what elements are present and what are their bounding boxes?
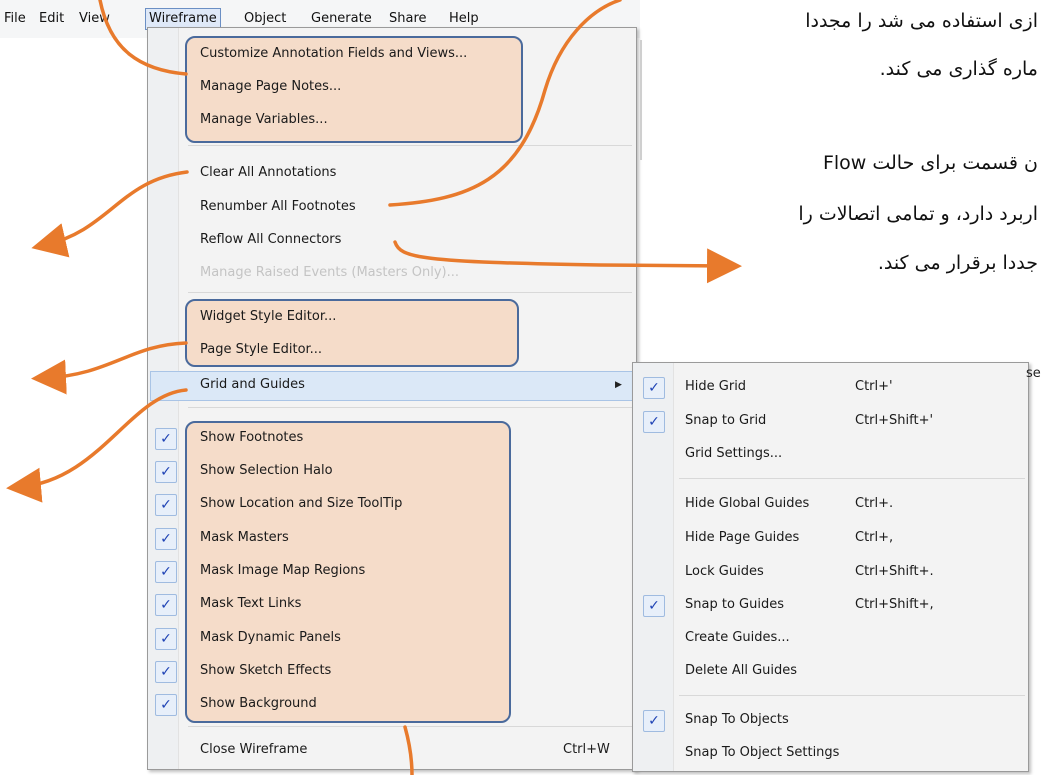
snap-to-guides-item[interactable]: Snap to Guides [685, 593, 784, 617]
annotation-line-3: ن قسمت برای حالت Flow [822, 152, 1038, 174]
reflow-all-connectors-item[interactable]: Reflow All Connectors [200, 228, 341, 252]
check-icon: ✓ [155, 528, 177, 550]
menu-generate[interactable]: Generate [311, 9, 372, 29]
snap-to-object-settings-item[interactable]: Snap To Object Settings [685, 741, 839, 765]
grid-guides-submenu: ✓ Hide Grid Ctrl+' ✓ Snap to Grid Ctrl+S… [632, 362, 1029, 772]
show-selection-halo-item[interactable]: Show Selection Halo [200, 459, 333, 483]
manage-page-notes-item[interactable]: Manage Page Notes... [200, 75, 341, 99]
lock-guides-item[interactable]: Lock Guides [685, 560, 764, 584]
check-icon: ✓ [155, 694, 177, 716]
manage-raised-events-item: Manage Raised Events (Masters Only)... [200, 265, 460, 280]
wireframe-menu: Customize Annotation Fields and Views...… [147, 27, 637, 770]
snap-to-objects-item[interactable]: Snap To Objects [685, 708, 789, 732]
delete-all-guides-item[interactable]: Delete All Guides [685, 659, 797, 683]
mask-dynamic-panels-item[interactable]: Mask Dynamic Panels [200, 626, 341, 650]
show-location-tooltip-item[interactable]: Show Location and Size ToolTip [200, 492, 402, 516]
hide-global-guides-shortcut: Ctrl+. [855, 496, 894, 511]
lock-guides-shortcut: Ctrl+Shift+. [855, 564, 934, 579]
check-icon: ✓ [155, 561, 177, 583]
annotation-line-5: جددا برقرار می کند. [877, 252, 1038, 274]
check-icon: ✓ [155, 494, 177, 516]
check-icon: ✓ [155, 628, 177, 650]
separator [188, 292, 632, 293]
close-wireframe-item[interactable]: Close Wireframe [200, 738, 307, 762]
renumber-all-footnotes-item[interactable]: Renumber All Footnotes [200, 195, 356, 219]
separator [679, 695, 1025, 696]
separator [679, 478, 1025, 479]
check-icon: ✓ [643, 377, 665, 399]
hide-grid-item[interactable]: Hide Grid [685, 375, 746, 399]
check-icon: ✓ [155, 428, 177, 450]
close-wireframe-shortcut: Ctrl+W [563, 742, 610, 757]
grid-and-guides-item[interactable]: Grid and Guides [200, 373, 305, 397]
snap-to-grid-shortcut: Ctrl+Shift+' [855, 413, 934, 428]
show-sketch-effects-item[interactable]: Show Sketch Effects [200, 659, 331, 683]
submenu-arrow-icon: ▶ [615, 380, 622, 390]
mask-image-map-regions-item[interactable]: Mask Image Map Regions [200, 559, 365, 583]
show-footnotes-item[interactable]: Show Footnotes [200, 426, 303, 450]
hide-grid-shortcut: Ctrl+' [855, 379, 893, 394]
snap-to-grid-item[interactable]: Snap to Grid [685, 409, 766, 433]
mask-masters-item[interactable]: Mask Masters [200, 526, 289, 550]
check-icon: ✓ [155, 661, 177, 683]
manage-variables-item[interactable]: Manage Variables... [200, 108, 328, 132]
annotation-line-2: ماره گذاری می کند. [879, 58, 1038, 80]
check-icon: ✓ [643, 411, 665, 433]
create-guides-item[interactable]: Create Guides... [685, 626, 790, 650]
hide-page-guides-shortcut: Ctrl+, [855, 530, 894, 545]
customize-annotation-fields-item[interactable]: Customize Annotation Fields and Views... [200, 42, 467, 66]
menu-object[interactable]: Object [244, 9, 286, 29]
separator [188, 407, 632, 408]
menu-file[interactable]: File [4, 9, 26, 29]
grid-settings-item[interactable]: Grid Settings... [685, 442, 782, 466]
check-icon: ✓ [155, 594, 177, 616]
background-edge [640, 40, 642, 160]
hide-global-guides-item[interactable]: Hide Global Guides [685, 492, 809, 516]
menu-edit[interactable]: Edit [39, 9, 64, 29]
widget-style-editor-item[interactable]: Widget Style Editor... [200, 305, 336, 329]
check-icon: ✓ [155, 461, 177, 483]
hide-page-guides-item[interactable]: Hide Page Guides [685, 526, 799, 550]
menu-view[interactable]: View [79, 9, 110, 29]
check-icon: ✓ [643, 710, 665, 732]
mask-text-links-item[interactable]: Mask Text Links [200, 592, 301, 616]
show-background-item[interactable]: Show Background [200, 692, 317, 716]
snap-to-guides-shortcut: Ctrl+Shift+, [855, 597, 934, 612]
separator [188, 145, 632, 146]
clear-all-annotations-item[interactable]: Clear All Annotations [200, 161, 336, 185]
annotation-line-1: ازی استفاده می شد را مجددا [805, 10, 1038, 32]
annotation-line-4: اربرد دارد، و تمامی اتصالات را [798, 203, 1038, 225]
edge-fragment: se [1026, 366, 1041, 381]
menu-help[interactable]: Help [449, 9, 479, 29]
check-icon: ✓ [643, 595, 665, 617]
separator [188, 726, 632, 727]
menu-share[interactable]: Share [389, 9, 427, 29]
page-style-editor-item[interactable]: Page Style Editor... [200, 338, 322, 362]
